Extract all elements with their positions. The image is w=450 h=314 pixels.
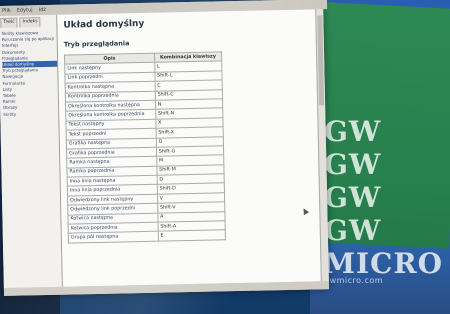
watermark-line: GW [324, 214, 382, 247]
shortcut-keys: E [157, 230, 226, 242]
photo-scene: GW GW GW GW MICRO gwmicro.com Plik Edytu… [0, 0, 450, 314]
help-window: Plik Edytuj Idź Treść Indeks Skróty klaw… [0, 0, 330, 296]
shortcut-description: Grupa pól następna [68, 231, 159, 243]
menu-item-file[interactable]: Plik [2, 6, 11, 16]
contents-tree: Skróty klawiszowe Poruszanie się po aplik… [0, 27, 58, 118]
shortcut-table: Opis Kombinacja klawiszy Link następny L L… [64, 51, 226, 243]
scrollbar-thumb[interactable] [317, 15, 325, 106]
sidebar-tree-item[interactable]: Skróty [3, 110, 58, 117]
menu-item-edit[interactable]: Edytuj [17, 5, 33, 15]
tab-index[interactable]: Indeks [19, 17, 41, 28]
watermark-line: GW [324, 115, 382, 148]
help-content: Układ domyślny Tryb przeglądania Opis Ko… [57, 9, 321, 287]
help-sidebar: Treść Indeks Skróty klawiszowe Poruszanie… [0, 14, 63, 288]
watermark-line: GW [324, 181, 382, 214]
menu-item-go[interactable]: Idź [39, 5, 46, 15]
section-title: Tryb przeglądania [63, 39, 130, 49]
page-title: Układ domyślny [63, 18, 145, 31]
watermark-line: GW [324, 148, 382, 181]
table-row: Grupa pól następna E [68, 230, 226, 243]
gw-micro-watermark: GW GW GW GW MICRO gwmicro.com [324, 115, 444, 285]
tab-contents[interactable]: Treść [0, 17, 18, 28]
table-body: Link następny L Link poprzedni Shift-L Kontr… [64, 61, 226, 243]
